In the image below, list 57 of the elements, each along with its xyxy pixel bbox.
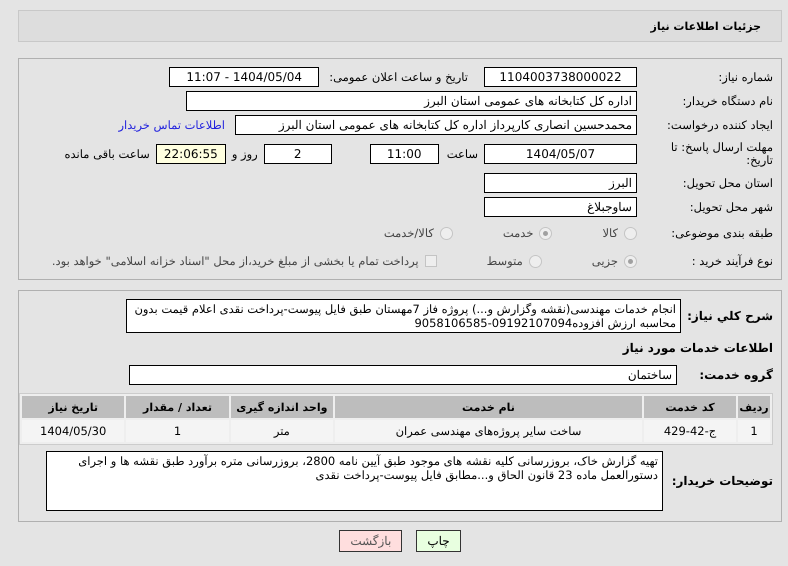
column-header: تاریخ نیاز (22, 396, 124, 418)
city-field: ساوجبلاغ (484, 197, 637, 217)
column-header: ردیف (738, 396, 770, 418)
service-group-field: ساختمان (129, 365, 677, 385)
field-label: تاریخ و ساعت اعلان عمومی: (329, 70, 468, 84)
province-field: البرز (484, 173, 637, 193)
radio-button[interactable] (440, 226, 453, 240)
print-button[interactable]: چاپ (416, 530, 461, 552)
field-label: شرح کلي نياز: (687, 310, 773, 322)
table-cell: ساخت سایر پروژه‌های مهندسی عمران (335, 420, 642, 442)
field-label: نوع فرآیند خرید : (690, 254, 773, 268)
option-label: کالا/خدمت (384, 226, 434, 240)
column-header: تعداد / مقدار (126, 396, 229, 418)
creator-field: محمدحسین انصاری کارپرداز اداره کل کتابخانه های عمومی استان البرز (235, 115, 637, 135)
buyer-contact-link[interactable]: اطلاعات تماس خریدار (118, 118, 225, 132)
table-cell: 1 (738, 420, 770, 442)
column-header: واحد اندازه گیری (230, 396, 333, 418)
buyer-notes-textarea[interactable]: تهیه گزارش خاک، بروزرسانی کلیه نقشه های موجود طبق آیین نامه 2800، بروزرسانی متره برآورد طبق نقشه ها و اجرای دستورالعمل ماده 23 قانون الحاق و...مطابق فایل پیوست-پرداخت نقدی (46, 451, 663, 511)
buyer-org-field: اداره کل کتابخانه های عمومی استان البرز (186, 91, 637, 111)
table-cell: متر (230, 420, 333, 442)
back-button[interactable]: بازگشت (339, 530, 402, 552)
option-label: کالا (602, 226, 618, 240)
section-heading: اطلاعات خدمات مورد نیاز (622, 341, 773, 355)
field-label: ساعت (446, 147, 478, 161)
field-label: نام دستگاه خریدار: (681, 94, 773, 108)
description-textarea[interactable]: انجام خدمات مهندسی(نقشه وگزارش و...) پروژه فاز 7مهستان طبق فایل پیوست-پرداخت نقدی اعلام قیمت بدون محاسبه ارزش افزوده09192107094-9058106585 (126, 299, 681, 333)
field-label: شماره نیاز: (717, 70, 773, 84)
option-label: متوسط (486, 254, 523, 268)
checkbox[interactable] (424, 255, 437, 267)
column-header: کد خدمت (644, 396, 736, 418)
deadline-time-field: 11:00 (370, 144, 439, 164)
table-cell: ج-42-429 (644, 420, 736, 442)
radio-button[interactable] (528, 254, 542, 268)
field-label: توضیحات خریدار: (670, 474, 773, 488)
page-title: جزئیات اطلاعات نیاز (650, 20, 761, 32)
remaining-time-field: 22:06:55 (156, 144, 226, 164)
option-label: جزیی (592, 254, 618, 268)
field-label: گروه خدمت: (698, 368, 773, 382)
field-label: طبقه بندی موضوعی: (670, 226, 773, 240)
radio-button[interactable] (624, 254, 637, 268)
deadline-date-field: 1404/05/07 (484, 144, 637, 164)
announce-date-field: 1404/05/04 - 11:07 (169, 67, 320, 87)
radio-button[interactable] (624, 226, 637, 240)
field-label: شهر محل تحویل: (688, 200, 773, 214)
option-label: خدمت (502, 226, 534, 240)
radio-button[interactable] (539, 226, 552, 240)
field-label: ساعت باقی مانده (64, 147, 150, 161)
field-label: ایجاد کننده درخواست: (666, 118, 773, 132)
field-label: استان محل تحویل: (682, 176, 773, 190)
table-cell: 1 (126, 420, 229, 442)
table-cell: 1404/05/30 (22, 420, 124, 442)
field-label: روز و (232, 147, 258, 161)
days-field: 2 (264, 144, 332, 164)
column-header: نام خدمت (335, 396, 642, 418)
field-label: مهلت ارسال پاسخ: تا تاریخ: (670, 141, 773, 167)
checkbox-label: پرداخت تمام یا بخشی از مبلغ خرید،از محل "اسناد خزانه اسلامی" خواهد بود. (52, 254, 419, 268)
need-number-field: 1104003738000022 (484, 67, 637, 87)
